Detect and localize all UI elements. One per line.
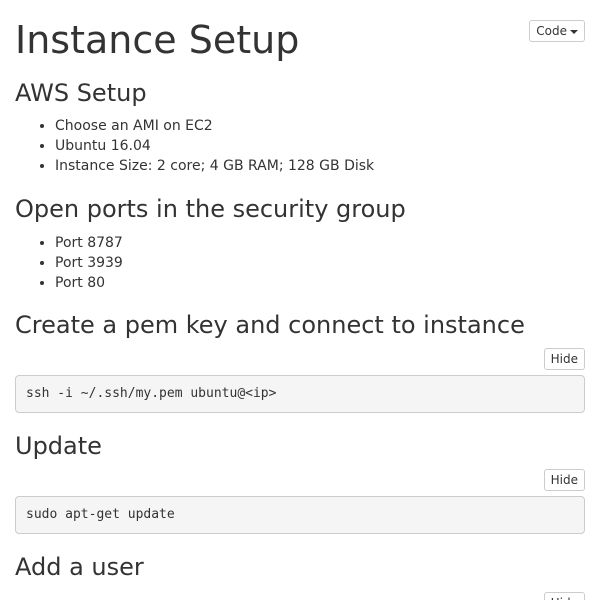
list-item: Instance Size: 2 core; 4 GB RAM; 128 GB …: [55, 156, 585, 176]
section-heading-open-ports: Open ports in the security group: [15, 195, 406, 223]
list-item: Choose an AMI on EC2: [55, 116, 585, 136]
section-heading-pem-key: Create a pem key and connect to instance: [15, 311, 525, 339]
document-body: Instance Setup Code AWS Setup Choose an …: [15, 0, 585, 600]
list-item: Ubuntu 16.04: [55, 136, 585, 156]
title-row: Instance Setup Code: [15, 0, 585, 76]
caret-down-icon: [570, 29, 578, 34]
section-add-user: Add a user Hide: [15, 552, 585, 600]
hide-code-button[interactable]: Hide: [543, 592, 585, 600]
hide-code-button[interactable]: Hide: [543, 469, 585, 491]
section-heading-aws-setup: AWS Setup: [15, 79, 147, 107]
code-button-label: Code: [536, 24, 567, 38]
code-block-apt-update: sudo apt-get update: [15, 496, 585, 534]
section-open-ports: Open ports in the security group Port 87…: [15, 194, 585, 293]
page-title: Instance Setup: [15, 18, 300, 62]
aws-setup-list: Choose an AMI on EC2 Ubuntu 16.04 Instan…: [15, 116, 585, 176]
open-ports-list: Port 8787 Port 3939 Port 80: [15, 233, 585, 293]
section-update: Update Hide sudo apt-get update: [15, 431, 585, 535]
hide-code-button[interactable]: Hide: [543, 348, 585, 370]
list-item: Port 80: [55, 273, 585, 293]
list-item: Port 8787: [55, 233, 585, 253]
section-heading-add-user: Add a user: [15, 553, 144, 581]
section-pem-key: Create a pem key and connect to instance…: [15, 310, 585, 414]
code-block-ssh: ssh -i ~/.ssh/my.pem ubuntu@<ip>: [15, 375, 585, 413]
code-dropdown-button[interactable]: Code: [529, 20, 585, 42]
list-item: Port 3939: [55, 253, 585, 273]
section-heading-update: Update: [15, 432, 102, 460]
section-aws-setup: AWS Setup Choose an AMI on EC2 Ubuntu 16…: [15, 78, 585, 176]
